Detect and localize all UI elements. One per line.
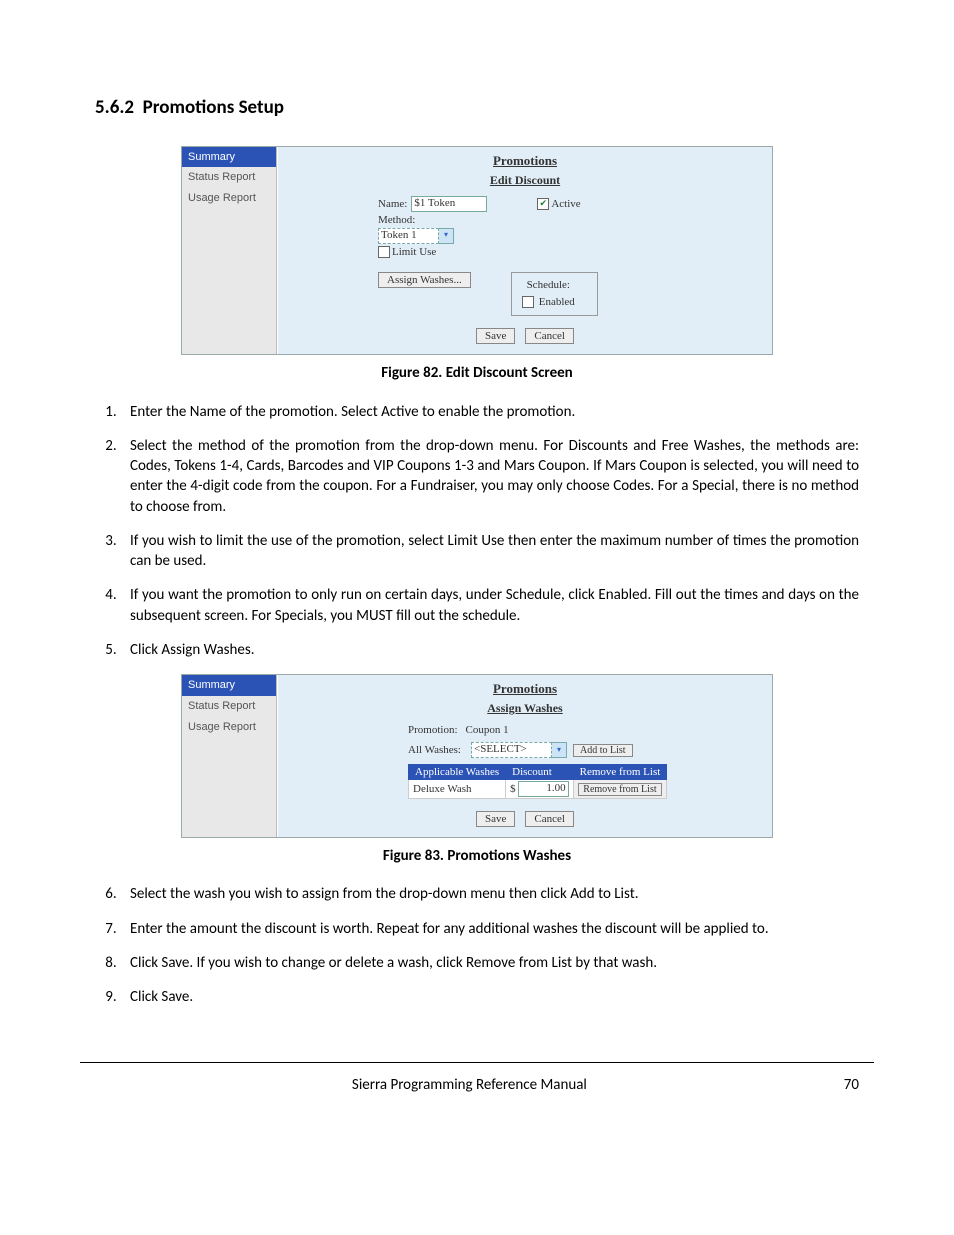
all-washes-dropdown[interactable]: <SELECT> ▾ <box>471 742 567 758</box>
cancel-button[interactable]: Cancel <box>525 328 574 344</box>
chevron-down-icon: ▾ <box>439 228 454 244</box>
step-1: Enter the Name of the promotion. Select … <box>120 402 859 422</box>
step-5: Click Assign Washes. <box>120 640 859 660</box>
steps-list-b: Select the wash you wish to assign from … <box>95 884 859 1007</box>
edit-discount-screenshot: Summary Status Report Usage Report Promo… <box>181 146 773 356</box>
main-panel: Promotions Edit Discount Name: $1 Token … <box>277 147 772 355</box>
sidebar: Summary Status Report Usage Report <box>182 675 277 837</box>
cancel-button[interactable]: Cancel <box>525 811 574 827</box>
th-discount: Discount <box>506 765 574 780</box>
step-9: Click Save. <box>120 987 859 1007</box>
sidebar-item-summary[interactable]: Summary <box>182 675 276 696</box>
footer-manual-title: Sierra Programming Reference Manual <box>95 1075 844 1095</box>
chevron-down-icon: ▾ <box>552 742 567 758</box>
panel-subtitle: Assign Washes <box>278 701 772 716</box>
name-input[interactable]: $1 Token <box>411 196 487 212</box>
panel-title: Promotions <box>278 153 772 169</box>
schedule-box: Schedule: Enabled <box>511 272 598 317</box>
page-footer: Sierra Programming Reference Manual 70 <box>80 1071 874 1095</box>
panel-title: Promotions <box>278 681 772 697</box>
promotion-label: Promotion: <box>408 724 458 736</box>
section-heading: 5.6.2 Promotions Setup <box>95 95 874 121</box>
enabled-checkbox[interactable] <box>522 296 534 308</box>
add-to-list-button[interactable]: Add to List <box>573 744 633 757</box>
sidebar-item-status-report[interactable]: Status Report <box>182 696 276 717</box>
sidebar: Summary Status Report Usage Report <box>182 147 277 355</box>
remove-from-list-button[interactable]: Remove from List <box>578 783 661 796</box>
limit-use-checkbox[interactable] <box>378 246 390 258</box>
currency-symbol: $ <box>510 783 516 795</box>
figure-83-caption: Figure 83. Promotions Washes <box>80 846 874 866</box>
promotion-value: Coupon 1 <box>466 724 509 736</box>
step-2: Select the method of the promotion from … <box>120 436 859 517</box>
main-panel: Promotions Assign Washes Promotion: Coup… <box>277 675 772 837</box>
assign-washes-button[interactable]: Assign Washes... <box>378 272 471 288</box>
table-row: Deluxe Wash $ 1.00 Remove from List <box>409 780 667 799</box>
panel-subtitle: Edit Discount <box>278 173 772 188</box>
footer-page-number: 70 <box>844 1075 859 1095</box>
sidebar-item-usage-report[interactable]: Usage Report <box>182 717 276 738</box>
sidebar-item-usage-report[interactable]: Usage Report <box>182 188 276 209</box>
assign-washes-screenshot: Summary Status Report Usage Report Promo… <box>181 674 773 838</box>
step-4: If you want the promotion to only run on… <box>120 585 859 626</box>
sidebar-item-summary[interactable]: Summary <box>182 147 276 168</box>
name-label: Name: <box>378 198 407 210</box>
sidebar-item-status-report[interactable]: Status Report <box>182 167 276 188</box>
footer-rule <box>80 1062 874 1063</box>
th-remove: Remove from List <box>573 765 667 780</box>
discount-input[interactable]: 1.00 <box>518 781 569 797</box>
save-button[interactable]: Save <box>476 328 515 344</box>
wash-name-cell: Deluxe Wash <box>409 780 506 799</box>
enabled-label: Enabled <box>539 296 575 308</box>
all-washes-label: All Washes: <box>408 744 461 756</box>
limit-use-label: Limit Use <box>392 246 436 258</box>
washes-table: Applicable Washes Discount Remove from L… <box>408 764 667 799</box>
active-checkbox[interactable]: ✔ <box>537 198 549 210</box>
active-label: Active <box>551 198 580 210</box>
method-label: Method: <box>378 214 415 226</box>
schedule-label: Schedule: <box>522 279 575 291</box>
step-6: Select the wash you wish to assign from … <box>120 884 859 904</box>
figure-82-caption: Figure 82. Edit Discount Screen <box>80 363 874 383</box>
step-3: If you wish to limit the use of the prom… <box>120 531 859 572</box>
save-button[interactable]: Save <box>476 811 515 827</box>
step-7: Enter the amount the discount is worth. … <box>120 919 859 939</box>
th-applicable-washes: Applicable Washes <box>409 765 506 780</box>
method-dropdown[interactable]: Token 1 ▾ <box>378 228 454 244</box>
step-8: Click Save. If you wish to change or del… <box>120 953 859 973</box>
steps-list-a: Enter the Name of the promotion. Select … <box>95 402 859 661</box>
